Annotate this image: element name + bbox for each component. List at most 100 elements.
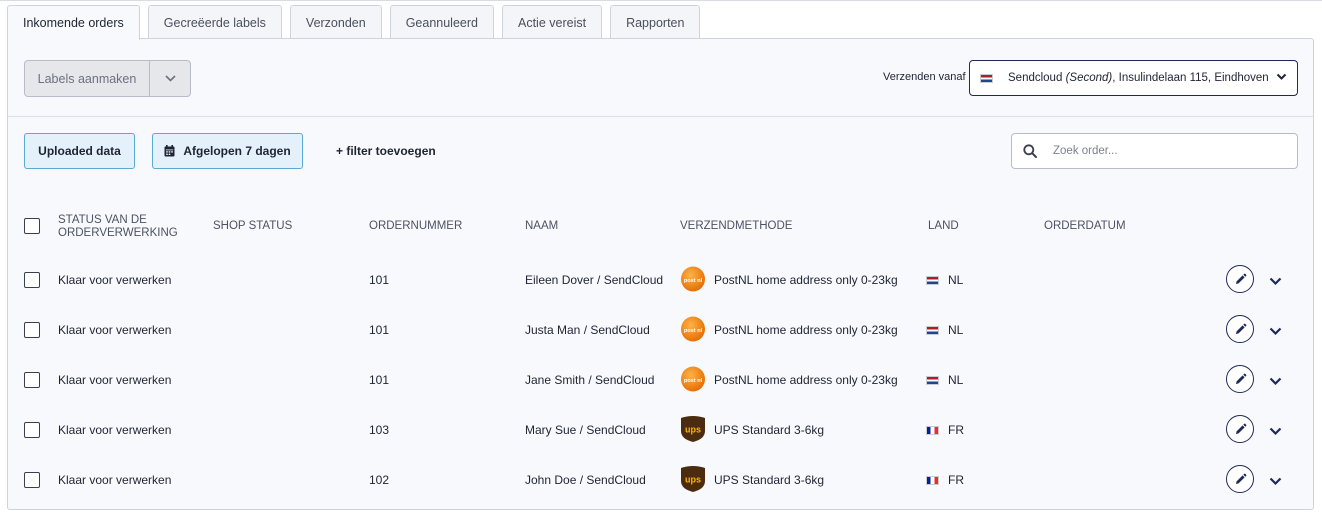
- row-customer-name: Jane Smith / SendCloud: [525, 373, 655, 387]
- flag-nl-icon: [926, 376, 939, 385]
- header-shipping-method: VERZENDMETHODE: [680, 220, 793, 232]
- pencil-icon: [1235, 423, 1246, 434]
- uploaded-data-filter[interactable]: Uploaded data: [24, 133, 135, 169]
- create-labels-split-button: Labels aanmaken: [24, 60, 191, 97]
- ship-from-tag: (Second): [1065, 72, 1113, 84]
- ups-logo-text: ups: [685, 475, 701, 485]
- header-order-number: ORDERNUMMER: [369, 220, 463, 232]
- row-order-number: 101: [369, 373, 390, 387]
- tab-shipped[interactable]: Verzonden: [289, 5, 382, 39]
- row-customer-name: John Doe / SendCloud: [525, 473, 646, 487]
- pencil-icon: [1235, 323, 1246, 334]
- postnl-logo-text: post nl: [684, 378, 703, 384]
- row-shipping-method: UPS Standard 3-6kg: [714, 473, 825, 487]
- row-status: Klaar voor verwerken: [58, 373, 172, 387]
- ship-from-company: Sendcloud: [1008, 72, 1063, 84]
- pencil-icon: [1235, 273, 1246, 284]
- window-top-border: [0, 0, 1322, 1]
- select-all-checkbox[interactable]: [24, 218, 40, 234]
- tab-incoming-orders[interactable]: Inkomende orders: [7, 5, 140, 40]
- row-status: Klaar voor verwerken: [58, 323, 172, 337]
- tab-cancelled[interactable]: Geannuleerd: [389, 5, 494, 39]
- chevron-down-icon: [1269, 327, 1281, 335]
- row-shipping-method: PostNL home address only 0-23kg: [714, 273, 898, 287]
- order-tabs: Inkomende orders Gecreëerde labels Verzo…: [7, 5, 708, 40]
- pencil-icon: [1235, 473, 1246, 484]
- flag-nl-icon: [926, 326, 939, 335]
- table-row[interactable]: Klaar voor verwerken 102 John Doe / Send…: [8, 455, 1313, 505]
- row-checkbox[interactable]: [24, 272, 40, 288]
- search-input[interactable]: [1053, 145, 1273, 157]
- ups-logo-icon: ups: [681, 416, 705, 442]
- row-country: FR: [948, 423, 964, 437]
- row-checkbox[interactable]: [24, 372, 40, 388]
- flag-fr-icon: [926, 476, 939, 485]
- date-range-label: Afgelopen 7 dagen: [183, 144, 291, 158]
- create-labels-button[interactable]: Labels aanmaken: [25, 61, 150, 96]
- row-shipping-method: PostNL home address only 0-23kg: [714, 323, 898, 337]
- flag-nl-icon: [980, 73, 993, 83]
- expand-row-button[interactable]: [1267, 273, 1283, 289]
- ship-from-label: Verzenden vanaf: [883, 71, 966, 83]
- tab-action-required[interactable]: Actie vereist: [501, 5, 603, 39]
- date-range-filter[interactable]: Afgelopen 7 dagen: [152, 133, 303, 169]
- row-customer-name: Justa Man / SendCloud: [525, 323, 650, 337]
- table-row[interactable]: Klaar voor verwerken 101 Justa Man / Sen…: [8, 305, 1313, 355]
- row-checkbox[interactable]: [24, 472, 40, 488]
- table-row[interactable]: Klaar voor verwerken 101 Eileen Dover / …: [8, 255, 1313, 305]
- chevron-down-icon: [1269, 277, 1281, 285]
- row-status: Klaar voor verwerken: [58, 423, 172, 437]
- ship-from-address: , Insulindelaan 115, Eindhoven: [1112, 72, 1269, 84]
- pencil-icon: [1235, 373, 1246, 384]
- chevron-down-icon: [1269, 477, 1281, 485]
- calendar-icon: [164, 145, 175, 157]
- postnl-logo-text: post nl: [684, 278, 703, 284]
- header-shop-status: SHOP STATUS: [213, 220, 293, 232]
- row-shipping-method: UPS Standard 3-6kg: [714, 423, 825, 437]
- row-checkbox[interactable]: [24, 322, 40, 338]
- chevron-down-icon: [1269, 427, 1281, 435]
- row-country: NL: [948, 373, 964, 387]
- ship-from-select[interactable]: Sendcloud (Second), Insulindelaan 115, E…: [969, 60, 1298, 96]
- header-name: NAAM: [525, 220, 559, 232]
- header-status: STATUS VAN DE ORDERVERWERKING: [58, 214, 178, 239]
- row-status: Klaar voor verwerken: [58, 473, 172, 487]
- row-country: NL: [948, 323, 964, 337]
- edit-order-button[interactable]: [1226, 415, 1254, 443]
- chevron-down-icon: [1269, 377, 1281, 385]
- row-shipping-method: PostNL home address only 0-23kg: [714, 373, 898, 387]
- postnl-logo-icon: post nl: [681, 366, 705, 392]
- create-labels-dropdown-toggle[interactable]: [150, 61, 190, 96]
- row-checkbox[interactable]: [24, 422, 40, 438]
- edit-order-button[interactable]: [1226, 265, 1254, 293]
- chevron-down-icon: [1276, 73, 1287, 80]
- chevron-down-icon: [164, 75, 176, 82]
- row-order-number: 103: [369, 423, 390, 437]
- expand-row-button[interactable]: [1267, 323, 1283, 339]
- postnl-logo-icon: post nl: [681, 266, 705, 292]
- ship-from-value: Sendcloud (Second), Insulindelaan 115, E…: [1008, 72, 1269, 84]
- ups-logo-text: ups: [685, 425, 701, 435]
- expand-row-button[interactable]: [1267, 423, 1283, 439]
- search-icon: [1023, 144, 1037, 158]
- ups-logo-icon: ups: [681, 466, 705, 492]
- expand-row-button[interactable]: [1267, 473, 1283, 489]
- row-order-number: 102: [369, 473, 390, 487]
- row-customer-name: Eileen Dover / SendCloud: [525, 273, 664, 287]
- row-country: FR: [948, 473, 964, 487]
- row-status: Klaar voor verwerken: [58, 273, 172, 287]
- table-row[interactable]: Klaar voor verwerken 101 Jane Smith / Se…: [8, 355, 1313, 405]
- edit-order-button[interactable]: [1226, 315, 1254, 343]
- toolbar-divider: [8, 116, 1313, 117]
- tab-created-labels[interactable]: Gecreëerde labels: [147, 5, 282, 39]
- flag-nl-icon: [926, 276, 939, 285]
- add-filter-link[interactable]: + filter toevoegen: [336, 144, 436, 158]
- edit-order-button[interactable]: [1226, 365, 1254, 393]
- row-customer-name: Mary Sue / SendCloud: [525, 423, 646, 437]
- table-row[interactable]: Klaar voor verwerken 103 Mary Sue / Send…: [8, 405, 1313, 455]
- tab-reports[interactable]: Rapporten: [610, 5, 701, 39]
- flag-fr-icon: [926, 426, 939, 435]
- row-country: NL: [948, 273, 964, 287]
- edit-order-button[interactable]: [1226, 465, 1254, 493]
- expand-row-button[interactable]: [1267, 373, 1283, 389]
